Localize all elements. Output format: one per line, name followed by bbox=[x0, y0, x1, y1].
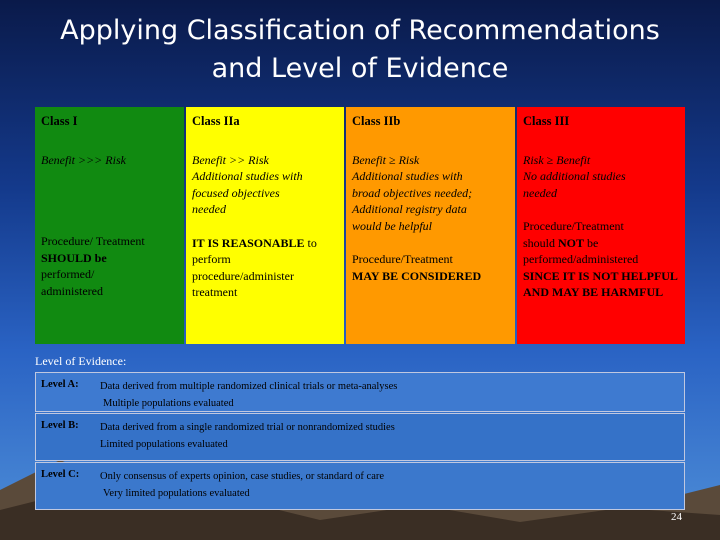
level-c-line-2: Very limited populations evaluated bbox=[103, 488, 250, 499]
class-iia-treatment: treatment bbox=[192, 285, 238, 299]
level-b-line-2: Limited populations evaluated bbox=[100, 439, 228, 450]
class-iii-performed: performed/administered bbox=[523, 252, 639, 266]
class-iia-administer: procedure/administer bbox=[192, 268, 294, 283]
class-iib-registry: Additional registry data bbox=[352, 202, 467, 216]
level-of-evidence-label: Level of Evidence: bbox=[35, 354, 127, 368]
class-iib-studies: Additional studies with bbox=[352, 169, 463, 183]
class-i-heading: Class I bbox=[41, 114, 78, 128]
class-iib-heading: Class IIb bbox=[352, 114, 401, 128]
level-a-line-1: Data derived from multiple randomized cl… bbox=[100, 381, 398, 392]
class-i-procedure: Procedure/ Treatment bbox=[41, 234, 145, 248]
title-line-1: Applying Classification of Recommendatio… bbox=[60, 15, 660, 46]
page-number: 24 bbox=[671, 511, 682, 523]
level-b-row: Level B: Data derived from a single rand… bbox=[35, 413, 685, 461]
class-iib-column: Class IIb Benefit ≥ Risk Additional stud… bbox=[346, 107, 515, 344]
class-iii-not-helpful: SINCE IT IS NOT HELPFUL bbox=[523, 268, 678, 283]
class-iia-reasonable: IT IS REASONABLE bbox=[192, 235, 305, 250]
class-iib-benefit: Benefit ≥ Risk bbox=[352, 152, 420, 167]
class-iii-not: NOT bbox=[558, 235, 585, 250]
class-iia-focused: focused objectives bbox=[192, 185, 280, 200]
class-iii-procedure: Procedure/Treatment bbox=[523, 219, 624, 233]
class-iii-no-studies: No additional studies bbox=[523, 169, 626, 183]
class-iia-studies: Additional studies with bbox=[192, 169, 303, 183]
level-b-label: Level B: bbox=[41, 420, 79, 431]
class-iii-should: should bbox=[523, 235, 556, 250]
class-iib-procedure: Procedure/Treatment bbox=[352, 252, 453, 266]
class-i-column: Class I Benefit >>> Risk Procedure/ Trea… bbox=[35, 107, 184, 344]
class-iia-heading: Class IIa bbox=[192, 114, 240, 128]
slide-title: Applying Classification of Recommendatio… bbox=[0, 12, 720, 88]
class-i-should: SHOULD be bbox=[41, 250, 178, 267]
level-a-line-2: Multiple populations evaluated bbox=[103, 398, 234, 409]
level-a-label: Level A: bbox=[41, 379, 79, 390]
class-iia-perform: perform bbox=[192, 252, 231, 266]
level-c-label: Level C: bbox=[41, 469, 80, 480]
class-iii-needed: needed bbox=[523, 185, 557, 200]
level-c-line-1: Only consensus of experts opinion, case … bbox=[100, 471, 385, 482]
class-iia-to: to bbox=[307, 235, 317, 250]
level-b-line-1: Data derived from a single randomized tr… bbox=[100, 422, 395, 433]
class-iii-heading: Class III bbox=[523, 114, 570, 128]
class-iii-harmful: AND MAY BE HARMFUL bbox=[523, 285, 664, 299]
class-iii-column: Class III Risk ≥ Benefit No additional s… bbox=[517, 107, 685, 344]
class-i-should-text: SHOULD be bbox=[41, 250, 107, 265]
class-iii-be: be bbox=[587, 235, 599, 250]
class-iib-considered: MAY BE CONSIDERED bbox=[352, 268, 482, 283]
class-iia-column: Class IIa Benefit >> Risk Additional stu… bbox=[186, 107, 344, 344]
class-iia-needed: needed bbox=[192, 202, 226, 216]
level-c-description: Only consensus of experts opinion, case … bbox=[100, 468, 384, 502]
level-a-row: Level A: Data derived from multiple rand… bbox=[35, 372, 685, 412]
level-a-description: Data derived from multiple randomized cl… bbox=[100, 378, 397, 412]
level-b-description: Data derived from a single randomized tr… bbox=[100, 419, 395, 453]
class-iib-helpful: would be helpful bbox=[352, 218, 432, 233]
class-iii-risk: Risk ≥ Benefit bbox=[523, 152, 591, 167]
class-iia-reasonable-line: IT IS REASONABLE to bbox=[192, 235, 338, 252]
class-i-performed: performed/ bbox=[41, 267, 95, 281]
level-c-row: Level C: Only consensus of experts opini… bbox=[35, 462, 685, 510]
class-iia-benefit: Benefit >> Risk bbox=[192, 152, 269, 167]
class-i-benefit: Benefit >>> Risk bbox=[41, 152, 126, 167]
class-iib-broad: broad objectives needed; bbox=[352, 185, 473, 200]
title-line-2: and Level of Evidence bbox=[211, 53, 509, 84]
class-i-administered: administered bbox=[41, 283, 103, 298]
class-iii-should-not-line: should NOT be bbox=[523, 235, 679, 252]
